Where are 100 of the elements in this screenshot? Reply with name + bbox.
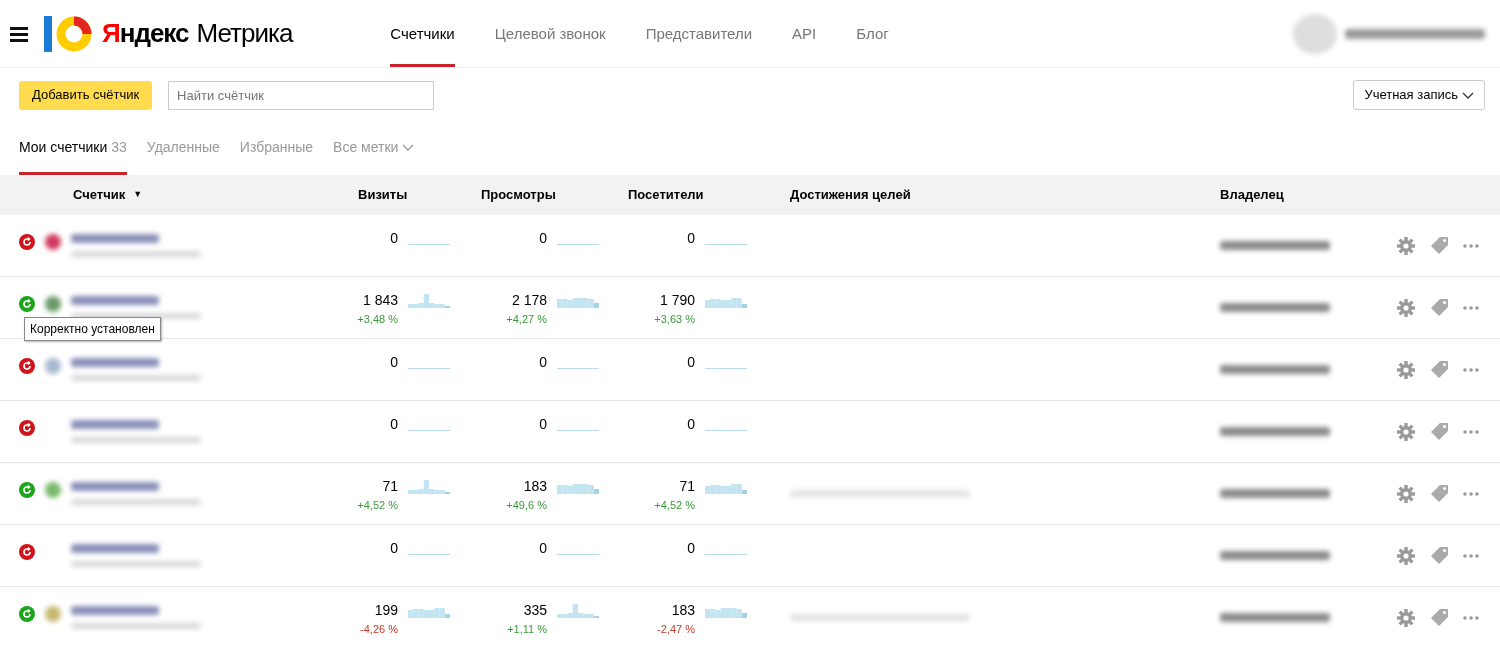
metric-change: -4,26 %	[359, 621, 398, 637]
metric-value: 1 843	[361, 290, 398, 310]
column-header: Просмотры	[481, 186, 556, 205]
more-icon[interactable]	[1463, 615, 1479, 620]
status-error-icon[interactable]	[19, 234, 35, 250]
settings-icon[interactable]	[1396, 421, 1416, 442]
sparkline-drawing	[557, 243, 599, 245]
metric-value: 199	[373, 600, 398, 620]
settings-icon[interactable]	[1396, 545, 1416, 566]
tag-icon[interactable]	[1430, 360, 1449, 379]
tag-icon[interactable]	[1430, 236, 1449, 255]
search-field[interactable]: Найти счётчик	[168, 80, 435, 110]
metric-value: 71	[381, 476, 398, 496]
metric-change: +3,48 %	[356, 311, 398, 327]
status-ok-icon[interactable]	[19, 296, 35, 312]
metric-value: 2 178	[510, 290, 547, 310]
sparkline-drawing	[705, 243, 747, 245]
sparkline-drawing	[705, 367, 747, 369]
settings-icon[interactable]	[1396, 235, 1416, 256]
nav-link[interactable]: API	[792, 0, 817, 67]
avatar-icon	[1293, 13, 1337, 54]
metric-value: 0	[538, 538, 547, 558]
metric-value: 183	[670, 600, 695, 620]
metric-change: +4,52 %	[356, 497, 398, 513]
metric-value: 183	[522, 476, 547, 496]
chevron-down-icon	[1462, 90, 1474, 100]
status-error-icon[interactable]	[19, 420, 35, 436]
nav-link[interactable]: Блог	[856, 0, 889, 67]
tag-icon[interactable]	[1430, 298, 1449, 317]
tag-icon[interactable]	[1430, 546, 1449, 565]
column-header[interactable]: Счетчик	[73, 185, 126, 205]
sparkline-drawing	[408, 553, 450, 555]
metric-change: +4,27 %	[505, 311, 547, 327]
more-icon[interactable]	[1463, 243, 1479, 248]
settings-icon[interactable]	[1396, 607, 1416, 628]
nav-link[interactable]: Целевой звонок	[494, 0, 606, 67]
settings-icon[interactable]	[1396, 359, 1416, 380]
sparkline-drawing	[557, 367, 599, 369]
status-ok-icon[interactable]	[19, 606, 35, 622]
sparkline-drawing	[408, 293, 450, 308]
tooltip: Корректно установлен	[24, 317, 161, 341]
metric-value: 1 790	[658, 290, 695, 310]
nav-link[interactable]: Представители	[645, 0, 753, 67]
sparkline-drawing	[705, 553, 747, 555]
more-icon[interactable]	[1463, 553, 1479, 558]
metric-value: 335	[522, 600, 547, 620]
metric-value: 0	[686, 352, 695, 372]
metric-value: 0	[686, 538, 695, 558]
sparkline-drawing	[557, 483, 599, 494]
column-header: Достижения целей	[790, 186, 911, 205]
sparkline-drawing	[408, 479, 450, 494]
column-header: Владелец	[1220, 186, 1284, 205]
status-ok-icon[interactable]	[19, 482, 35, 498]
settings-icon[interactable]	[1396, 297, 1416, 318]
sparkline-drawing	[408, 243, 450, 245]
status-error-icon[interactable]	[19, 358, 35, 374]
metric-value: 0	[389, 414, 398, 434]
metric-value: 0	[538, 352, 547, 372]
column-header: Посетители	[628, 186, 704, 205]
add-counter-button[interactable]: Добавить счётчик	[19, 80, 153, 110]
sparkline-drawing	[408, 607, 450, 618]
metric-value: 71	[678, 476, 695, 496]
metric-value: 0	[538, 228, 547, 248]
metric-value: 0	[389, 352, 398, 372]
tag-icon[interactable]	[1430, 484, 1449, 503]
sort-indicator[interactable]: ▼	[133, 188, 143, 202]
metric-change: +3,63 %	[653, 311, 695, 327]
sparkline-drawing	[557, 603, 599, 618]
sparkline-drawing	[408, 367, 450, 369]
sparkline-drawing	[408, 429, 450, 431]
tag-icon[interactable]	[1430, 422, 1449, 441]
nav-link[interactable]: Счетчики	[390, 0, 455, 67]
sparkline-drawing	[705, 483, 747, 494]
menu-icon[interactable]	[10, 24, 28, 43]
sparkline-drawing	[705, 297, 747, 308]
more-icon[interactable]	[1463, 491, 1479, 496]
metric-value: 0	[538, 414, 547, 434]
metric-value: 0	[686, 414, 695, 434]
metric-change: +49,6 %	[505, 497, 547, 513]
logo-icon	[44, 15, 94, 52]
settings-icon[interactable]	[1396, 483, 1416, 504]
metric-change: +4,52 %	[653, 497, 695, 513]
metric-change: -2,47 %	[656, 621, 695, 637]
column-header: Визиты	[358, 186, 408, 205]
more-icon[interactable]	[1463, 305, 1479, 310]
sparkline-drawing	[557, 553, 599, 555]
tag-icon[interactable]	[1430, 608, 1449, 627]
metric-value: 0	[686, 228, 695, 248]
more-icon[interactable]	[1463, 429, 1479, 434]
sparkline-drawing	[705, 607, 747, 618]
more-icon[interactable]	[1463, 367, 1479, 372]
status-error-icon[interactable]	[19, 544, 35, 560]
sparkline-drawing	[705, 429, 747, 431]
sparkline-drawing	[557, 297, 599, 308]
logo-text[interactable]: Яндекс Метрика	[102, 14, 293, 53]
metric-value: 0	[389, 228, 398, 248]
sparkline-drawing	[557, 429, 599, 431]
metric-value: 0	[389, 538, 398, 558]
account-button[interactable]: Учетная запись	[1353, 80, 1485, 110]
metric-change: +1,11 %	[506, 621, 547, 637]
